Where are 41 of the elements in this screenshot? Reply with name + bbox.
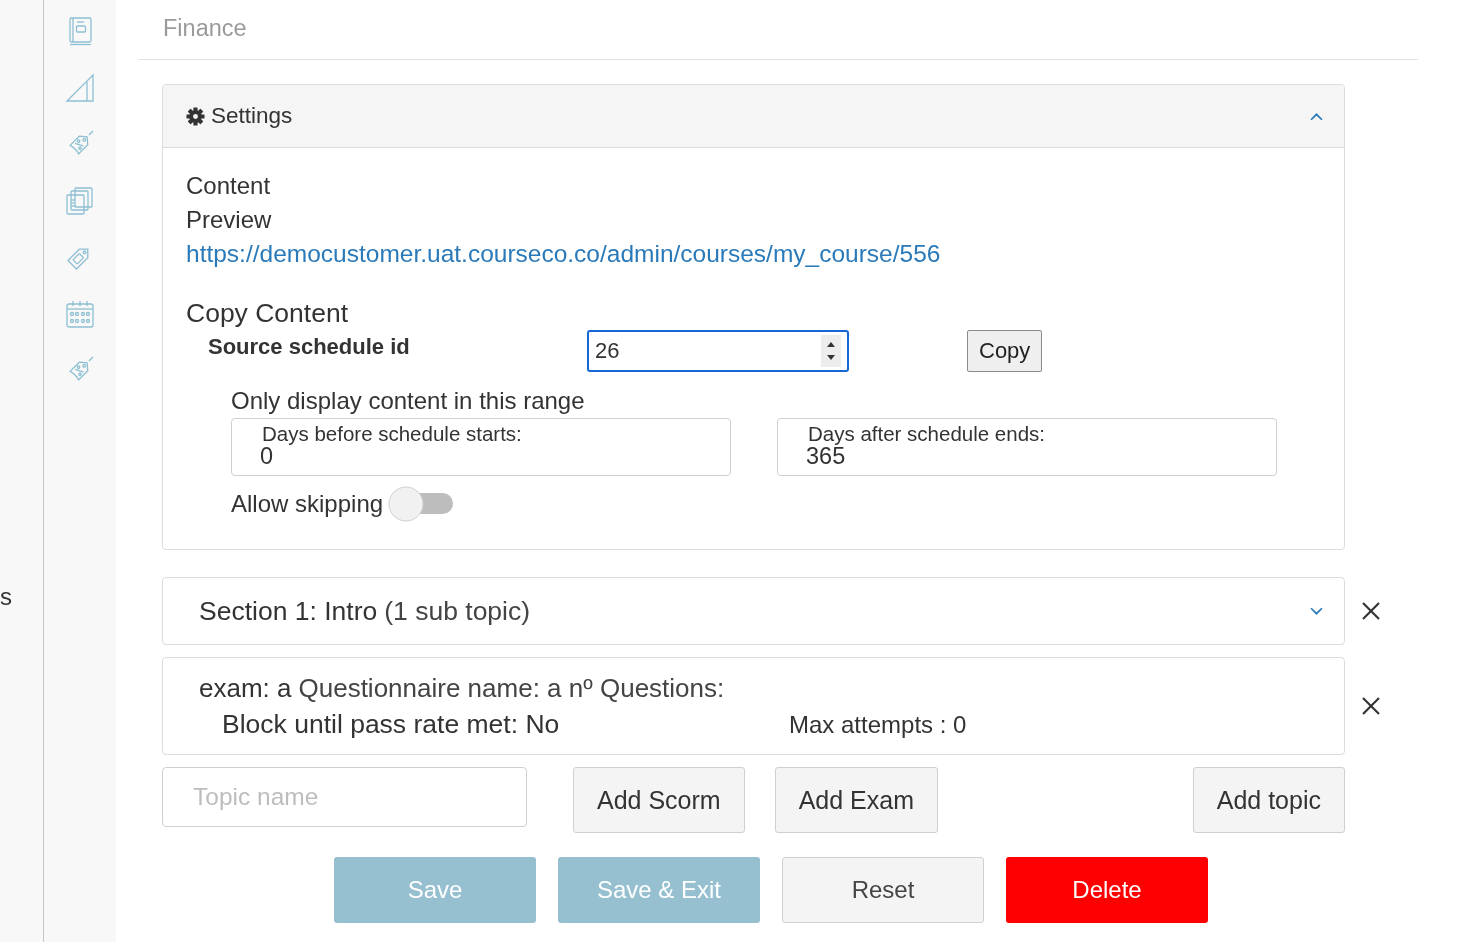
days-field[interactable]: Days before schedule starts: 0 <box>231 418 731 476</box>
toggle-label: Allow skipping <box>231 489 384 519</box>
field-label: Days before schedule starts: <box>262 423 522 444</box>
preview-label: Preview <box>186 205 273 235</box>
preview-link[interactable]: https://democustomer.uat.courseco.co/admin/courses/my_course/556 <box>186 240 941 267</box>
topic-name-field[interactable]: Topic name <box>162 767 527 827</box>
close-icon[interactable] <box>1362 697 1380 715</box>
calendar-icon[interactable] <box>65 298 95 329</box>
field-value: 0 <box>260 444 274 468</box>
section-count: (1 sub topic) <box>384 595 531 628</box>
add-button[interactable]: Add Scorm <box>573 767 745 833</box>
topic-max-attempts: Max attempts : 0 <box>789 710 967 740</box>
section-heading: Copy Content <box>186 297 350 330</box>
topic-rule: Block until pass rate met: No <box>222 708 561 741</box>
copy-button[interactable]: Copy <box>967 330 1043 372</box>
range-heading: Only display content in this range <box>231 386 586 416</box>
page-title: Finance <box>163 13 247 43</box>
days-field[interactable]: Days after schedule ends: 365 <box>777 418 1277 476</box>
add-button[interactable]: Add topic <box>1192 767 1345 833</box>
topic-title: exam: a <box>199 672 292 705</box>
spinner-icon[interactable] <box>821 335 841 367</box>
field-value: 365 <box>806 444 846 468</box>
documents-icon[interactable] <box>65 185 95 216</box>
close-icon[interactable] <box>1362 602 1380 620</box>
field-label: Days after schedule ends: <box>808 423 1046 444</box>
add-button[interactable]: Add Exam <box>774 767 938 833</box>
chevron-up-icon[interactable] <box>1310 111 1323 121</box>
action-button[interactable]: Reset <box>782 857 984 923</box>
section-title: Section 1: Intro <box>199 595 378 628</box>
panel-title: Settings <box>211 102 293 130</box>
panel-header[interactable]: Settings <box>163 85 1344 148</box>
gear-icon <box>186 106 205 126</box>
toggle-switch[interactable] <box>387 485 454 523</box>
chevron-down-icon[interactable] <box>1310 606 1323 616</box>
number-field[interactable]: 26 <box>587 330 849 372</box>
panel-text: s <box>0 582 12 612</box>
delete-button[interactable]: Delete <box>1006 857 1208 923</box>
field-label: Source schedule id <box>208 333 411 361</box>
section-panel[interactable]: Section 1: Intro (1 sub topic) <box>162 577 1345 645</box>
content-label: Content <box>186 171 272 201</box>
topic-details: Questionnaire name: a nº Questions: <box>298 672 725 705</box>
